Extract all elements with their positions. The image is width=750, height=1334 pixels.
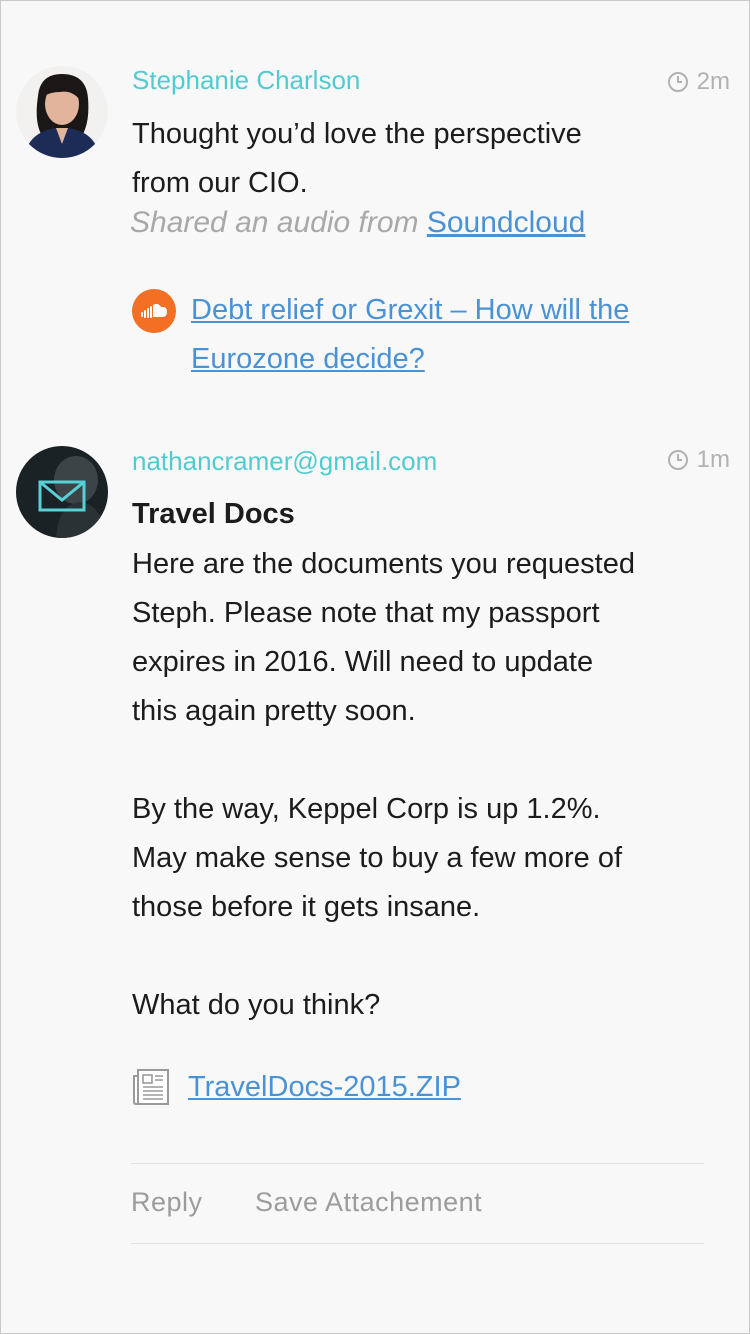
actions-divider-bottom	[131, 1243, 704, 1244]
body-line: this again pretty soon.	[132, 695, 416, 727]
audio-title-line[interactable]: Eurozone decide?	[191, 335, 629, 384]
message-subject: Travel Docs	[132, 498, 295, 530]
time-label: 2m	[696, 68, 730, 95]
shared-note: Shared an audio from Soundcloud	[130, 206, 585, 240]
body-line: What do you think?	[132, 989, 381, 1021]
body-line: Thought you’d love the perspective	[132, 118, 582, 150]
save-attachment-button[interactable]: Save Attachement	[255, 1187, 482, 1218]
audio-title-line[interactable]: Debt relief or Grexit – How will the	[191, 286, 629, 335]
body-line: from our CIO.	[132, 167, 308, 199]
avatar-stephanie[interactable]	[16, 66, 108, 158]
message-body: Thought you’d love the perspective from …	[132, 110, 582, 208]
sender-email[interactable]: nathancramer@gmail.com	[132, 446, 437, 477]
avatar-nathan[interactable]	[16, 446, 108, 538]
body-line: By the way, Keppel Corp is up 1.2%.	[132, 793, 601, 825]
body-line: those before it gets insane.	[132, 891, 481, 923]
message-body: Here are the documents you requested Ste…	[132, 540, 635, 1030]
timestamp: 2m	[667, 68, 730, 96]
clock-icon	[667, 450, 688, 470]
soundcloud-link[interactable]: Soundcloud	[427, 206, 585, 239]
sender-name[interactable]: Stephanie Charlson	[132, 65, 360, 96]
document-icon	[132, 1068, 170, 1106]
shared-prefix: Shared an audio from	[130, 206, 419, 239]
reply-button[interactable]: Reply	[131, 1187, 203, 1218]
actions-divider-top	[131, 1163, 704, 1164]
body-line: Here are the documents you requested	[132, 548, 635, 580]
clock-icon	[667, 72, 688, 92]
audio-link[interactable]: Debt relief or Grexit – How will the Eur…	[191, 286, 629, 384]
soundcloud-icon	[132, 289, 176, 333]
time-label: 1m	[696, 446, 730, 473]
timestamp: 1m	[667, 446, 730, 474]
body-line: May make sense to buy a few more of	[132, 842, 622, 874]
body-line: expires in 2016. Will need to update	[132, 646, 594, 678]
attachment-link[interactable]: TravelDocs-2015.ZIP	[188, 1063, 461, 1112]
body-line: Steph. Please note that my passport	[132, 597, 600, 629]
